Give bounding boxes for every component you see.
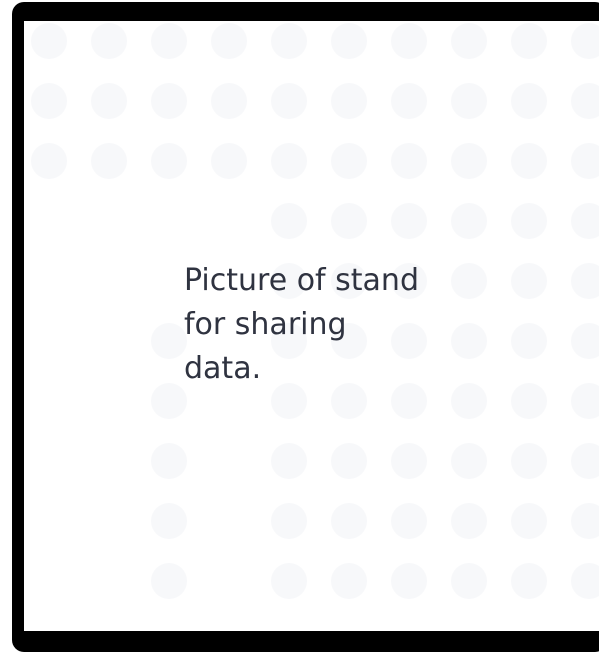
background-dot xyxy=(331,503,367,539)
background-dot xyxy=(391,503,427,539)
background-dot xyxy=(211,143,247,179)
background-dot xyxy=(331,203,367,239)
background-dot xyxy=(451,83,487,119)
background-dot xyxy=(451,143,487,179)
background-dot xyxy=(331,143,367,179)
background-dot xyxy=(571,563,599,599)
background-dot xyxy=(451,23,487,59)
background-dot xyxy=(571,23,599,59)
placeholder-caption: Picture of stand for sharing data. xyxy=(184,263,419,386)
background-dot xyxy=(271,143,307,179)
background-dot xyxy=(151,143,187,179)
background-dot xyxy=(91,143,127,179)
background-dot xyxy=(511,563,547,599)
background-dot xyxy=(211,23,247,59)
background-dot xyxy=(391,563,427,599)
image-placeholder: Picture of stand for sharing data. xyxy=(24,21,599,631)
background-dot xyxy=(511,203,547,239)
background-dot xyxy=(511,143,547,179)
background-dot xyxy=(331,443,367,479)
background-dot xyxy=(91,83,127,119)
background-dot xyxy=(271,203,307,239)
background-dot xyxy=(331,23,367,59)
background-dot xyxy=(571,203,599,239)
background-dot xyxy=(271,23,307,59)
background-dot xyxy=(571,503,599,539)
background-dot xyxy=(271,503,307,539)
background-dot xyxy=(571,263,599,299)
background-dot xyxy=(451,443,487,479)
background-dot xyxy=(391,83,427,119)
background-dot xyxy=(331,563,367,599)
background-dot xyxy=(211,83,247,119)
background-dot xyxy=(271,443,307,479)
background-dot xyxy=(511,503,547,539)
background-dot xyxy=(391,143,427,179)
background-dot xyxy=(511,23,547,59)
background-dot xyxy=(331,83,367,119)
background-dot xyxy=(571,383,599,419)
background-dot xyxy=(571,143,599,179)
background-dot xyxy=(31,23,67,59)
background-dot xyxy=(451,203,487,239)
background-dot xyxy=(151,443,187,479)
background-dot xyxy=(151,383,187,419)
background-dot xyxy=(151,23,187,59)
background-dot xyxy=(511,263,547,299)
background-dot xyxy=(151,563,187,599)
background-dot xyxy=(571,83,599,119)
background-dot xyxy=(571,443,599,479)
background-dot xyxy=(511,443,547,479)
background-dot xyxy=(511,383,547,419)
background-dot xyxy=(511,83,547,119)
background-dot xyxy=(511,323,547,359)
background-dot xyxy=(451,503,487,539)
background-dot xyxy=(571,323,599,359)
background-dot xyxy=(151,503,187,539)
background-dot xyxy=(91,23,127,59)
background-dot xyxy=(391,23,427,59)
background-dot xyxy=(391,443,427,479)
background-dot xyxy=(151,83,187,119)
background-dot xyxy=(271,563,307,599)
background-dot xyxy=(391,203,427,239)
background-dot xyxy=(31,143,67,179)
background-dot xyxy=(31,83,67,119)
background-dot xyxy=(451,563,487,599)
background-dot xyxy=(151,323,187,359)
background-dot xyxy=(271,83,307,119)
